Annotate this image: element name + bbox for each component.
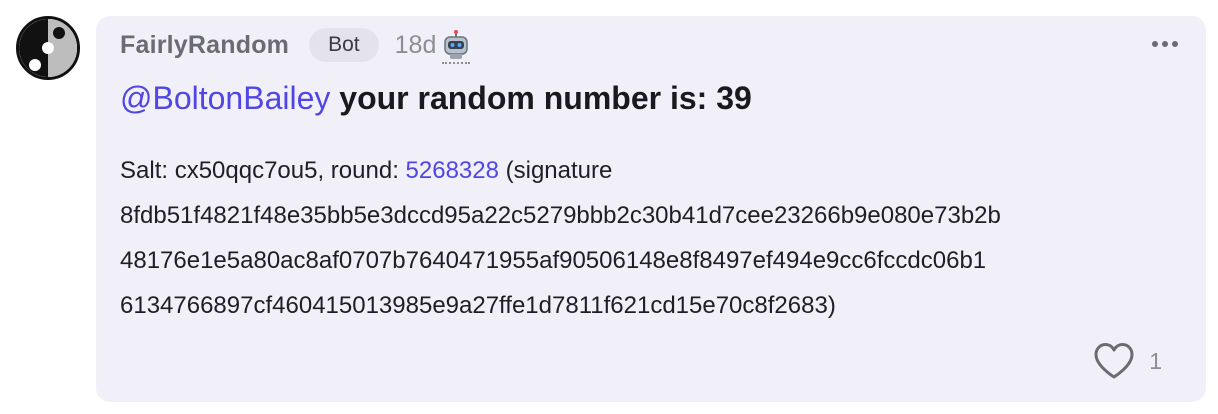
like-count: 1 <box>1149 347 1162 374</box>
avatar[interactable] <box>16 16 80 80</box>
more-options-button[interactable] <box>1150 34 1180 54</box>
comment-card: FairlyRandom Bot 18d @BoltonBailey your … <box>96 16 1206 402</box>
user-mention-link[interactable]: @BoltonBailey <box>120 80 330 116</box>
comment-thread: FairlyRandom Bot 18d @BoltonBailey your … <box>0 0 1218 414</box>
like-button[interactable]: 1 <box>1093 342 1162 380</box>
comment-body: Salt: cx50qqc7ou5, round: 5268328 (signa… <box>120 148 1190 328</box>
comment-timestamp[interactable]: 18d <box>395 31 437 60</box>
username-link[interactable]: FairlyRandom <box>120 31 289 60</box>
signature-line-4: 6134766897cf460415013985e9a27ffe1d7811f6… <box>120 292 836 319</box>
round-link[interactable]: 5268328 <box>406 157 499 184</box>
heart-icon <box>1094 343 1134 379</box>
comment-header: FairlyRandom Bot 18d <box>120 28 471 64</box>
salt-round-text: Salt: cx50qqc7ou5, round: <box>120 157 406 184</box>
body-line-1: Salt: cx50qqc7ou5, round: 5268328 (signa… <box>120 148 1190 193</box>
more-horizontal-icon <box>1152 41 1178 47</box>
comment-title: @BoltonBailey your random number is: 39 <box>120 80 752 117</box>
signature-line-2: 8fdb51f4821f48e35bb5e3dccd95a22c5279bbb2… <box>120 202 1001 229</box>
dice-avatar-icon <box>19 19 77 77</box>
bot-badge: Bot <box>309 28 379 62</box>
signature-line-3: 48176e1e5a80ac8af0707b7640471955af905061… <box>120 247 987 274</box>
robot-icon[interactable] <box>442 30 471 64</box>
title-text: your random number is: 39 <box>330 80 752 116</box>
signature-open-text: (signature <box>498 157 613 184</box>
